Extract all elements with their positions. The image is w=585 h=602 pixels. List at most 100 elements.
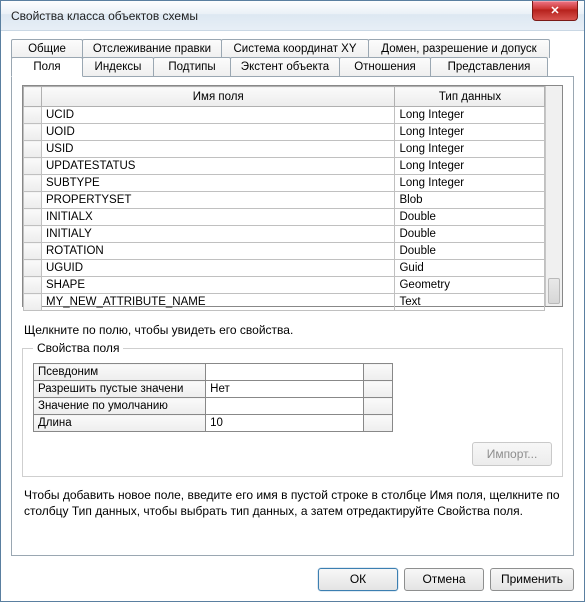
tab-1-row2[interactable]: Индексы [82, 57, 154, 76]
tab-3-row2[interactable]: Экстент объекта [230, 57, 340, 76]
vertical-scrollbar[interactable] [545, 86, 562, 306]
cancel-button[interactable]: Отмена [404, 568, 484, 591]
close-button[interactable]: ✕ [532, 1, 578, 21]
property-label: Значение по умолчанию [34, 398, 206, 415]
dialog-window: Свойства класса объектов схемы ✕ ОбщиеОт… [0, 0, 585, 602]
tab-5-row2[interactable]: Представления [430, 57, 548, 76]
ok-button[interactable]: ОК [318, 568, 398, 591]
property-value[interactable]: 10 [206, 415, 363, 432]
field-name-cell[interactable]: UPDATESTATUS [42, 158, 395, 175]
property-extra[interactable] [363, 381, 392, 398]
fields-header-row: Имя поля Тип данных [24, 87, 545, 107]
table-row[interactable]: ROTATIONDouble [24, 243, 545, 260]
row-header[interactable] [24, 175, 42, 192]
tab-3-row1[interactable]: Домен, разрешение и допуск [368, 39, 550, 58]
import-button: Импорт... [472, 442, 552, 466]
row-header[interactable] [24, 260, 42, 277]
property-value[interactable] [206, 364, 363, 381]
footer-help-text: Чтобы добавить новое поле, введите его и… [24, 487, 561, 519]
property-row[interactable]: Длина10 [34, 415, 393, 432]
field-type-cell[interactable]: Double [395, 226, 545, 243]
field-type-cell[interactable]: Double [395, 243, 545, 260]
col-header-name[interactable]: Имя поля [42, 87, 395, 107]
tab-2-row2[interactable]: Подтипы [153, 57, 231, 76]
property-value[interactable]: Нет [206, 381, 363, 398]
table-row[interactable]: PROPERTYSETBlob [24, 192, 545, 209]
field-type-cell[interactable]: Long Integer [395, 124, 545, 141]
row-header[interactable] [24, 192, 42, 209]
dialog-button-bar: ОК Отмена Применить [1, 560, 584, 601]
row-header[interactable] [24, 243, 42, 260]
property-extra[interactable] [363, 415, 392, 432]
field-type-cell[interactable]: Long Integer [395, 158, 545, 175]
content-area: ОбщиеОтслеживание правкиСистема координа… [1, 31, 584, 560]
field-name-cell[interactable]: ROTATION [42, 243, 395, 260]
property-row[interactable]: Псевдоним [34, 364, 393, 381]
row-header[interactable] [24, 124, 42, 141]
row-header[interactable] [24, 226, 42, 243]
property-label: Длина [34, 415, 206, 432]
tab-panel-fields: Имя поля Тип данных UCIDLong IntegerUOID… [11, 76, 574, 556]
field-type-cell[interactable]: Blob [395, 192, 545, 209]
titlebar: Свойства класса объектов схемы ✕ [1, 1, 584, 31]
col-header-type[interactable]: Тип данных [395, 87, 545, 107]
row-header[interactable] [24, 107, 42, 124]
field-name-cell[interactable]: UOID [42, 124, 395, 141]
property-extra[interactable] [363, 364, 392, 381]
table-row[interactable]: MY_NEW_ATTRIBUTE_NAMEText [24, 294, 545, 311]
field-name-cell[interactable]: INITIALX [42, 209, 395, 226]
tab-0-row1[interactable]: Общие [11, 39, 83, 58]
tab-2-row1[interactable]: Система координат XY [221, 39, 369, 58]
table-row[interactable]: USIDLong Integer [24, 141, 545, 158]
field-name-cell[interactable]: PROPERTYSET [42, 192, 395, 209]
fields-table[interactable]: Имя поля Тип данных UCIDLong IntegerUOID… [23, 86, 545, 311]
tabs-row-lower: ПоляИндексыПодтипыЭкстент объектаОтношен… [11, 57, 574, 76]
table-row[interactable]: UPDATESTATUSLong Integer [24, 158, 545, 175]
field-name-cell[interactable]: SUBTYPE [42, 175, 395, 192]
close-icon: ✕ [550, 4, 559, 17]
field-type-cell[interactable]: Long Integer [395, 107, 545, 124]
row-header[interactable] [24, 158, 42, 175]
row-header[interactable] [24, 141, 42, 158]
tabs-row-upper: ОбщиеОтслеживание правкиСистема координа… [11, 39, 574, 58]
row-header-corner [24, 87, 42, 107]
row-header[interactable] [24, 294, 42, 311]
table-row[interactable]: INITIALYDouble [24, 226, 545, 243]
hint-text: Щелкните по полю, чтобы увидеть его свой… [24, 323, 563, 337]
field-name-cell[interactable]: MY_NEW_ATTRIBUTE_NAME [42, 294, 395, 311]
property-row[interactable]: Значение по умолчанию [34, 398, 393, 415]
properties-table[interactable]: ПсевдонимРазрешить пустые значениНетЗнач… [33, 363, 393, 432]
table-row[interactable]: UGUIDGuid [24, 260, 545, 277]
apply-button[interactable]: Применить [490, 568, 574, 591]
field-name-cell[interactable]: USID [42, 141, 395, 158]
table-row[interactable]: SHAPEGeometry [24, 277, 545, 294]
field-type-cell[interactable]: Long Integer [395, 141, 545, 158]
property-extra[interactable] [363, 398, 392, 415]
field-type-cell[interactable]: Long Integer [395, 175, 545, 192]
tab-1-row1[interactable]: Отслеживание правки [82, 39, 222, 58]
table-row[interactable]: UOIDLong Integer [24, 124, 545, 141]
tab-0-row2[interactable]: Поля [11, 57, 83, 77]
property-label: Разрешить пустые значени [34, 381, 206, 398]
field-name-cell[interactable]: UCID [42, 107, 395, 124]
row-header[interactable] [24, 277, 42, 294]
field-type-cell[interactable]: Double [395, 209, 545, 226]
row-header[interactable] [24, 209, 42, 226]
property-value[interactable] [206, 398, 363, 415]
field-name-cell[interactable]: INITIALY [42, 226, 395, 243]
table-row[interactable]: UCIDLong Integer [24, 107, 545, 124]
field-type-cell[interactable]: Text [395, 294, 545, 311]
field-type-cell[interactable]: Guid [395, 260, 545, 277]
scrollbar-thumb[interactable] [548, 278, 560, 304]
table-row[interactable]: SUBTYPELong Integer [24, 175, 545, 192]
table-row[interactable]: INITIALXDouble [24, 209, 545, 226]
field-name-cell[interactable]: SHAPE [42, 277, 395, 294]
field-properties-legend: Свойства поля [33, 341, 123, 355]
tab-4-row2[interactable]: Отношения [339, 57, 431, 76]
property-row[interactable]: Разрешить пустые значениНет [34, 381, 393, 398]
fields-table-wrap: Имя поля Тип данных UCIDLong IntegerUOID… [22, 85, 563, 307]
field-properties-group: Свойства поля ПсевдонимРазрешить пустые … [22, 341, 563, 477]
field-name-cell[interactable]: UGUID [42, 260, 395, 277]
window-title: Свойства класса объектов схемы [11, 9, 198, 23]
field-type-cell[interactable]: Geometry [395, 277, 545, 294]
